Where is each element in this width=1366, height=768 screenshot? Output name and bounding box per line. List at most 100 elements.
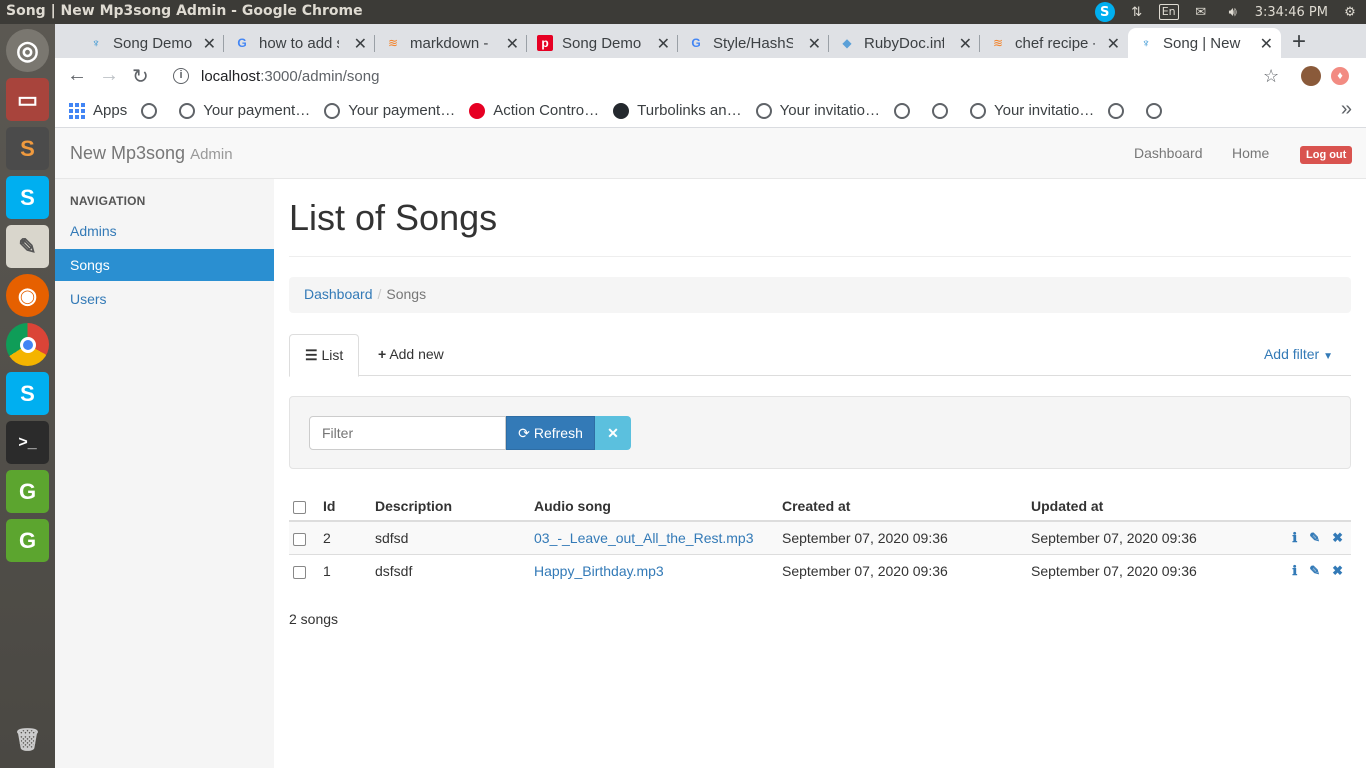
profile-avatar[interactable]	[1301, 66, 1321, 86]
sublime-text-icon[interactable]: S	[6, 127, 49, 170]
skype-icon[interactable]: S	[6, 176, 49, 219]
extension-icon[interactable]: ♦	[1331, 67, 1349, 85]
bookmark-item[interactable]: Your payment…	[324, 102, 455, 119]
chevron-right-icon[interactable]: »	[1341, 98, 1352, 121]
column-header-description[interactable]: Description	[367, 491, 526, 522]
bookmark-apps[interactable]: Apps	[69, 102, 127, 119]
delete-x-icon[interactable]: ✖	[1332, 530, 1343, 545]
column-header-audio-song[interactable]: Audio song	[526, 491, 774, 522]
breadcrumb-dashboard-link[interactable]: Dashboard	[304, 286, 373, 302]
browser-tab[interactable]: ◆ RubyDoc.info ✕	[829, 28, 980, 58]
column-header-updated-at[interactable]: Updated at	[1023, 491, 1261, 522]
browser-toolbar: ← → ↻ i localhost:3000/admin/song ☆ ♦	[55, 58, 1366, 94]
bookmark-item[interactable]: Turbolinks an…	[613, 102, 742, 119]
tab-title: how to add s	[259, 34, 339, 52]
files-icon[interactable]: ▭	[6, 78, 49, 121]
clock[interactable]: 3:34:46 PM	[1255, 5, 1328, 20]
edit-pencil-icon[interactable]: ✎	[1309, 530, 1320, 545]
browser-tab[interactable]: p Song Demo ✕	[527, 28, 678, 58]
address-bar[interactable]: i localhost:3000/admin/song	[163, 61, 1273, 91]
network-icon[interactable]: ⇅	[1127, 2, 1147, 22]
forward-arrow-icon[interactable]: →	[99, 64, 119, 87]
sidebar-item-users[interactable]: Users	[55, 283, 274, 315]
bookmark-item[interactable]	[1146, 102, 1170, 119]
browser-tab[interactable]: ≋ chef recipe - ✕	[980, 28, 1128, 58]
row-actions: ℹ ✎ ✖	[1261, 553, 1351, 587]
close-tab-icon[interactable]: ✕	[203, 34, 216, 54]
terminal-icon[interactable]: >_	[6, 421, 49, 464]
bookmark-item[interactable]	[1108, 102, 1132, 119]
ubuntu-dash-icon[interactable]: ◎	[6, 29, 49, 72]
close-tab-icon[interactable]: ✕	[506, 34, 519, 54]
bookmark-item[interactable]: Your invitatio…	[755, 102, 880, 119]
add-filter-dropdown[interactable]: Add filter ▼	[1264, 346, 1333, 362]
skype-icon[interactable]: S	[6, 372, 49, 415]
brand[interactable]: New Mp3song Admin	[70, 143, 233, 164]
info-icon[interactable]: ℹ	[1292, 530, 1297, 545]
ruby-icon: ♆	[1141, 36, 1151, 50]
sidebar-item-admins[interactable]: Admins	[55, 215, 274, 247]
browser-tab[interactable]: ≋ markdown - I ✕	[375, 28, 527, 58]
brand-suffix: Admin	[190, 146, 233, 163]
tab-list[interactable]: ☰ List	[289, 334, 360, 377]
firefox-icon[interactable]: ◉	[6, 274, 49, 317]
new-tab-plus-icon[interactable]: +	[1292, 28, 1306, 56]
bookmark-item[interactable]: Action Contro…	[469, 102, 599, 119]
gitg-icon[interactable]: G	[6, 519, 49, 562]
audio-file-link[interactable]: Happy_Birthday.mp3	[534, 563, 664, 579]
browser-chrome: ♆ Song Demo ✕ G how to add s ✕ ≋ markdow…	[55, 24, 1366, 128]
row-checkbox[interactable]	[293, 532, 306, 546]
chrome-icon[interactable]	[6, 323, 49, 366]
browser-tab[interactable]: G Style/HashSy ✕	[678, 28, 829, 58]
mail-icon[interactable]: ✉	[1191, 2, 1211, 22]
delete-x-icon[interactable]: ✖	[1332, 563, 1343, 578]
bookmark-item[interactable]	[893, 102, 918, 119]
close-tab-icon[interactable]: ✕	[959, 34, 972, 54]
close-tab-icon[interactable]: ✕	[1107, 34, 1120, 54]
trash-icon[interactable]: 🗑︎	[6, 718, 49, 761]
browser-tab[interactable]: G how to add s ✕	[224, 28, 375, 58]
site-info-icon[interactable]: i	[173, 68, 189, 84]
globe-icon	[1108, 102, 1125, 119]
settings-gear-icon[interactable]: ⚙	[1340, 2, 1360, 22]
close-tab-icon[interactable]: ✕	[354, 34, 367, 54]
column-header-created-at[interactable]: Created at	[774, 491, 1023, 522]
keyboard-layout-indicator[interactable]: En	[1158, 4, 1179, 20]
nav-home-link[interactable]: Home	[1232, 145, 1269, 161]
browser-tab-active[interactable]: ♆ Song | New M ✕	[1128, 28, 1281, 58]
bookmark-item[interactable]	[931, 102, 956, 119]
info-icon[interactable]: ℹ	[1292, 563, 1297, 578]
close-tab-icon[interactable]: ✕	[1260, 34, 1273, 54]
sidebar-item-songs[interactable]: Songs	[55, 249, 274, 281]
clear-filter-button[interactable]: ✕	[595, 416, 631, 450]
gitg-icon[interactable]: G	[6, 470, 49, 513]
browser-tab[interactable]: ♆ Song Demo ✕	[78, 28, 224, 58]
bookmark-star-icon[interactable]: ☆	[1263, 66, 1279, 87]
close-tab-icon[interactable]: ✕	[808, 34, 821, 54]
tab-add-new[interactable]: + Add new	[363, 334, 459, 376]
globe-icon	[179, 102, 196, 119]
edit-pencil-icon[interactable]: ✎	[1309, 563, 1320, 578]
row-checkbox[interactable]	[293, 565, 306, 579]
close-tab-icon[interactable]: ✕	[657, 34, 670, 54]
text-editor-icon[interactable]: ✎	[6, 225, 49, 268]
reload-icon[interactable]: ↻	[132, 64, 149, 89]
back-arrow-icon[interactable]: ←	[67, 64, 87, 87]
logout-button[interactable]: Log out	[1300, 146, 1353, 164]
refresh-button[interactable]: ⟳ Refresh	[506, 416, 595, 450]
bookmark-label: Your invitatio…	[993, 102, 1095, 119]
bookmark-item[interactable]: Your payment…	[179, 102, 310, 119]
cell-audio-song: 03_-_Leave_out_All_the_Rest.mp3	[526, 520, 774, 554]
audio-file-link[interactable]: 03_-_Leave_out_All_the_Rest.mp3	[534, 530, 754, 546]
stackoverflow-icon: ≋	[992, 36, 1004, 50]
bookmark-item[interactable]: Your invitatio…	[969, 102, 1095, 119]
column-header-id[interactable]: Id	[315, 491, 367, 522]
skype-tray-icon[interactable]: S	[1094, 2, 1115, 22]
nav-dashboard-link[interactable]: Dashboard	[1134, 145, 1203, 161]
caret-down-icon: ▼	[1323, 351, 1333, 362]
select-all-checkbox[interactable]	[293, 500, 306, 514]
filter-input[interactable]	[309, 416, 506, 450]
bookmark-item[interactable]	[141, 102, 165, 119]
volume-icon[interactable]: 🔊︎	[1223, 2, 1243, 22]
globe-icon	[141, 102, 158, 119]
